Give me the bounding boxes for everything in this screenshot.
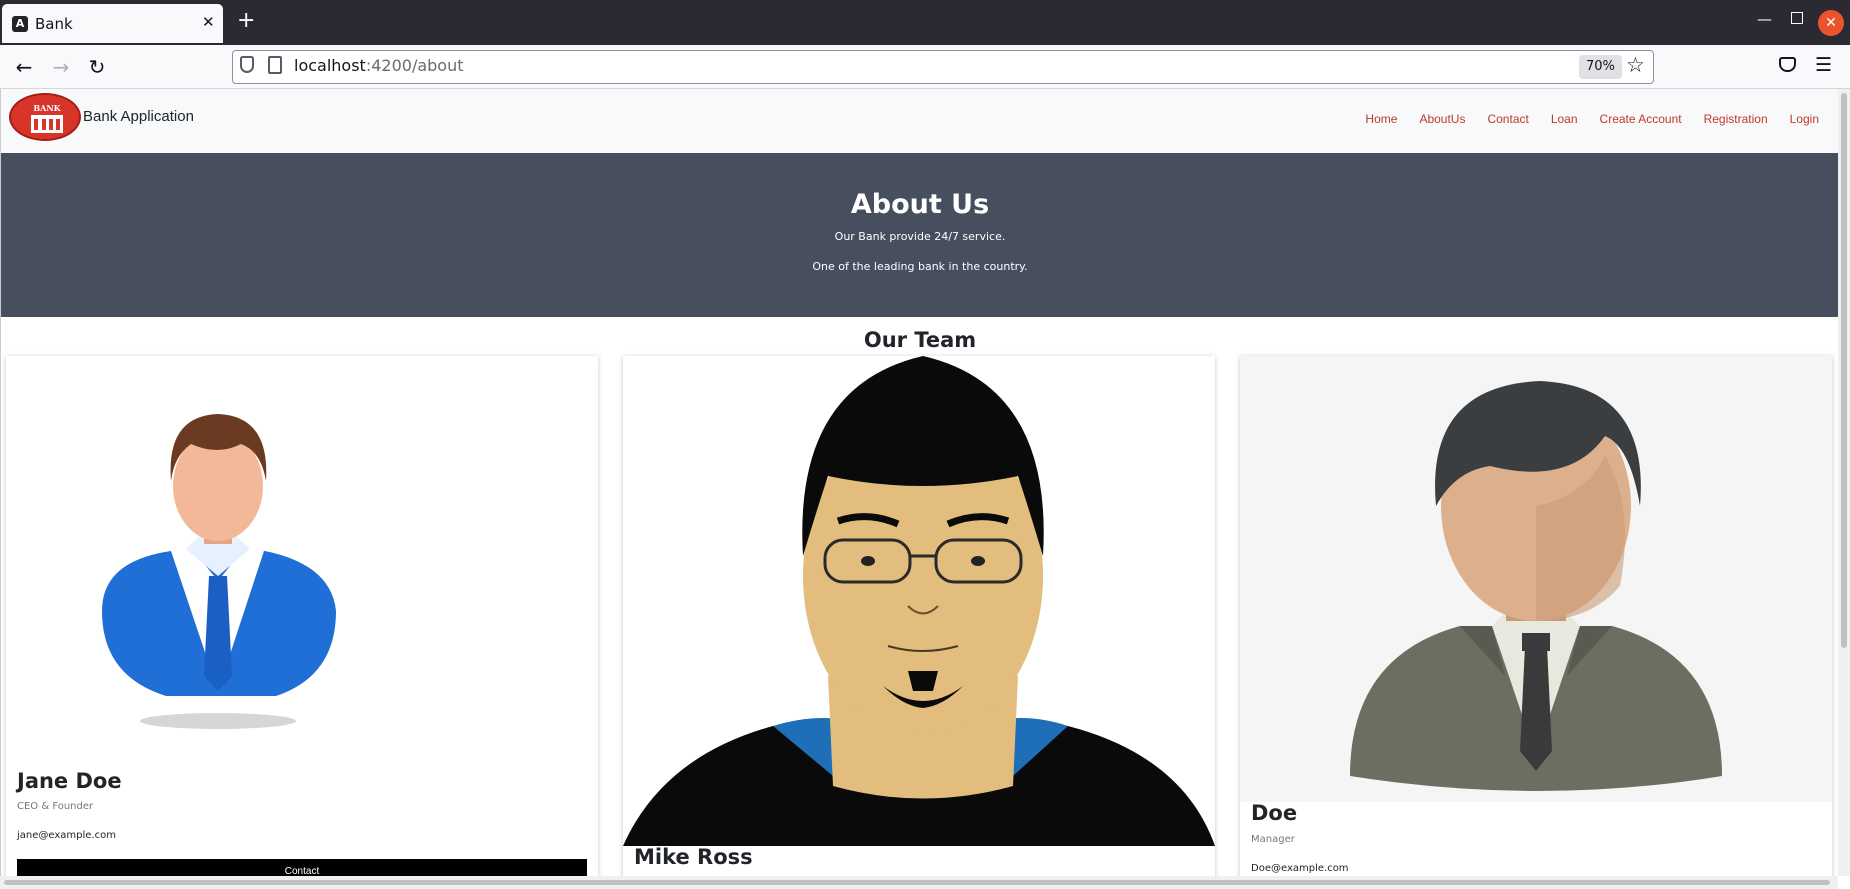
- window-close-icon[interactable]: ✕: [1818, 10, 1844, 36]
- member-role: CEO & Founder: [17, 801, 94, 812]
- member-email: Doe@example.com: [1251, 863, 1349, 874]
- url-path: :4200/about: [365, 56, 464, 75]
- vertical-scrollbar[interactable]: [1838, 89, 1850, 876]
- forward-arrow-icon[interactable]: →: [47, 53, 75, 81]
- team-title: Our Team: [863, 328, 977, 352]
- horizontal-scrollbar-thumb[interactable]: [4, 880, 1830, 885]
- tab-title: Bank: [35, 15, 73, 33]
- bank-building-icon: [31, 115, 63, 133]
- zoom-indicator[interactable]: 70%: [1579, 55, 1622, 79]
- minimize-icon[interactable]: —: [1757, 10, 1772, 28]
- app-header: BANK Bank Application Home AboutUs Conta…: [1, 89, 1838, 153]
- main-nav: Home AboutUs Contact Loan Create Account…: [1365, 112, 1819, 126]
- bookmark-star-icon[interactable]: ☆: [1626, 53, 1645, 77]
- brand-name[interactable]: Bank Application: [83, 108, 194, 125]
- page-title: About Us: [850, 189, 990, 220]
- browser-tabbar: A Bank ✕ + — ✕: [0, 0, 1850, 45]
- maximize-icon[interactable]: [1791, 12, 1803, 24]
- back-arrow-icon[interactable]: ←: [10, 53, 38, 81]
- nav-contact[interactable]: Contact: [1487, 112, 1528, 126]
- team-card: Mike Ross: [623, 356, 1215, 876]
- angular-favicon-icon: A: [12, 16, 28, 32]
- nav-aboutus[interactable]: AboutUs: [1419, 112, 1465, 126]
- member-name: Mike Ross: [634, 845, 753, 869]
- hero-line-1: Our Bank provide 24/7 service.: [834, 230, 1006, 243]
- nav-home[interactable]: Home: [1365, 112, 1397, 126]
- member-role: Manager: [1251, 834, 1295, 845]
- about-hero: About Us Our Bank provide 24/7 service. …: [1, 153, 1838, 317]
- team-card: Doe Manager Doe@example.com: [1240, 356, 1832, 876]
- mike-avatar-image: [623, 356, 1215, 846]
- doe-avatar-image: [1240, 356, 1832, 802]
- shield-icon[interactable]: [240, 56, 254, 73]
- nav-create-account[interactable]: Create Account: [1600, 112, 1682, 126]
- member-name: Jane Doe: [17, 769, 122, 793]
- reload-icon[interactable]: ↻: [83, 53, 111, 81]
- hero-line-2: One of the leading bank in the country.: [812, 260, 1028, 273]
- pocket-icon[interactable]: [1779, 57, 1796, 72]
- vertical-scrollbar-thumb[interactable]: [1841, 93, 1847, 648]
- browser-navbar: ← → ↻ localhost:4200/about 70% ☆ ☰: [0, 45, 1850, 89]
- hamburger-menu-icon[interactable]: ☰: [1815, 54, 1832, 76]
- url-host: localhost: [294, 56, 366, 75]
- page-info-icon[interactable]: [268, 56, 282, 74]
- member-name: Doe: [1251, 801, 1298, 825]
- logo-text: BANK: [33, 103, 61, 113]
- contact-button[interactable]: Contact: [17, 859, 587, 876]
- browser-tab[interactable]: A Bank ✕: [2, 4, 223, 43]
- nav-login[interactable]: Login: [1790, 112, 1819, 126]
- new-tab-icon[interactable]: +: [237, 9, 255, 33]
- tab-close-icon[interactable]: ✕: [202, 13, 215, 31]
- page-viewport: BANK Bank Application Home AboutUs Conta…: [0, 89, 1838, 876]
- horizontal-scrollbar[interactable]: [0, 876, 1838, 889]
- bank-logo[interactable]: BANK: [9, 93, 81, 141]
- team-card: Jane Doe CEO & Founder jane@example.com …: [6, 356, 598, 876]
- member-email: jane@example.com: [17, 830, 116, 841]
- nav-registration[interactable]: Registration: [1704, 112, 1768, 126]
- jane-avatar-image: [6, 356, 598, 756]
- nav-loan[interactable]: Loan: [1551, 112, 1578, 126]
- url-text[interactable]: localhost:4200/about: [294, 56, 464, 75]
